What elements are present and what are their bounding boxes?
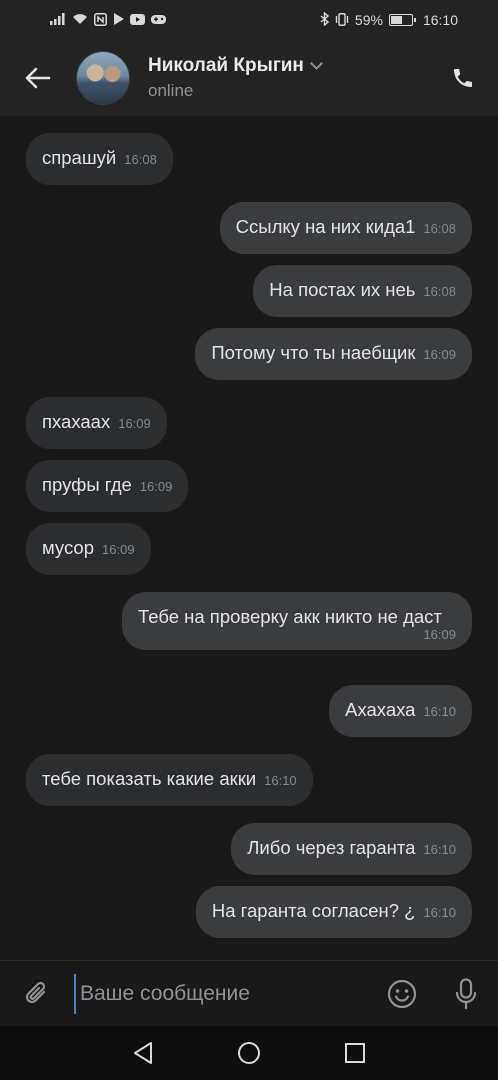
- chevron-down-icon: [310, 57, 323, 70]
- message-time: 16:08: [423, 284, 456, 299]
- chat-header: Николай Крыгин online: [0, 40, 498, 116]
- message-input[interactable]: [74, 973, 370, 1014]
- back-button[interactable]: [0, 40, 76, 116]
- message-bubble[interactable]: Потому что ты наебщик 16:09: [195, 328, 472, 380]
- message-bubble[interactable]: тебе показать какие акки 16:10: [26, 754, 313, 806]
- nfc-icon: [94, 12, 107, 28]
- battery-fill: [390, 16, 403, 24]
- status-icons-left: [50, 12, 166, 28]
- message-bubble[interactable]: мусор 16:09: [26, 523, 151, 575]
- message-time: 16:10: [423, 704, 456, 719]
- message-bubble[interactable]: Ахахаха 16:10: [329, 685, 472, 737]
- message-text: пхахаах: [42, 411, 111, 432]
- square-recents-icon: [345, 1043, 365, 1063]
- contact-status: online: [148, 81, 194, 100]
- status-time: 16:10: [422, 12, 458, 28]
- bluetooth-icon: [320, 11, 329, 28]
- message-time: 16:10: [264, 773, 297, 788]
- status-bar: 59% 16:10: [0, 0, 498, 40]
- message-time: 16:08: [423, 221, 456, 236]
- message-text: пруфы где: [42, 474, 132, 495]
- arrow-left-icon: [25, 67, 51, 89]
- message-text: Ссылку на них кида1: [235, 216, 416, 237]
- message-text: мусор: [42, 537, 95, 558]
- microphone-icon: [455, 977, 477, 1009]
- message-composer: [0, 960, 498, 1026]
- message-time: 16:10: [423, 842, 456, 857]
- paperclip-icon: [25, 981, 46, 1003]
- message-list[interactable]: спрашуй 16:08 Ссылку на них кида1 16:08 На…: [0, 116, 498, 960]
- battery-percent: 59%: [354, 12, 383, 28]
- message-text: На гаранта согласен? ¿: [211, 900, 416, 921]
- vibrate-icon: [335, 12, 349, 28]
- message-time: 16:08: [124, 152, 157, 167]
- message-time: 16:09: [118, 416, 151, 431]
- youtube-icon: [130, 13, 145, 27]
- gamepad-icon: [151, 14, 166, 27]
- message-text: Тебе на проверку акк никто не даст: [138, 606, 442, 627]
- play-icon: [113, 13, 124, 27]
- battery-icon: [388, 14, 416, 26]
- wifi-icon: [72, 13, 88, 27]
- smile-icon: [387, 979, 417, 1008]
- nav-home-button[interactable]: [229, 1033, 269, 1073]
- contact-name: Николай Крыгин: [148, 55, 304, 76]
- message-time: 16:09: [423, 347, 456, 362]
- system-navigation-bar: [0, 1026, 498, 1080]
- message-bubble[interactable]: Тебе на проверку акк никто не даст 16:09: [122, 592, 472, 650]
- message-bubble[interactable]: Либо через гаранта 16:10: [231, 823, 472, 875]
- message-bubble[interactable]: На постах их неь 16:08: [253, 265, 472, 317]
- message-text: тебе показать какие акки: [42, 768, 257, 789]
- message-bubble[interactable]: пхахаах 16:09: [26, 397, 167, 449]
- message-time: 16:09: [139, 479, 173, 494]
- signal-icon: [50, 13, 66, 27]
- message-bubble[interactable]: Ссылку на них кида1 16:08: [219, 202, 472, 254]
- contact-name-row: Николай Крыгин: [148, 55, 428, 77]
- message-bubble[interactable]: спрашуй 16:08: [26, 133, 173, 185]
- nav-recents-button[interactable]: [335, 1033, 375, 1073]
- message-bubble[interactable]: пруфы где 16:09: [26, 460, 189, 512]
- call-button[interactable]: [428, 40, 498, 116]
- message-text: спрашуй: [42, 147, 117, 168]
- message-text: Ахахаха: [345, 699, 416, 720]
- message-text: Потому что ты наебщик: [211, 342, 416, 363]
- triangle-back-icon: [134, 1042, 152, 1064]
- message-time: 16:09: [102, 542, 135, 557]
- message-time: 16:09: [423, 627, 456, 642]
- status-icons-right: 59% 16:10: [320, 11, 458, 28]
- message-time: 16:10: [423, 905, 456, 920]
- voice-message-button[interactable]: [434, 961, 498, 1027]
- emoji-button[interactable]: [370, 961, 434, 1027]
- message-bubble[interactable]: На гаранта согласен? ¿ 16:10: [195, 886, 472, 938]
- contact-info[interactable]: Николай Крыгин online: [148, 55, 428, 101]
- nav-back-button[interactable]: [123, 1033, 163, 1073]
- circle-home-icon: [238, 1042, 260, 1064]
- message-text: На постах их неь: [269, 279, 416, 300]
- message-text: Либо через гаранта: [247, 837, 416, 858]
- avatar[interactable]: [76, 51, 130, 105]
- attach-button[interactable]: [0, 961, 74, 1027]
- phone-icon: [454, 69, 472, 87]
